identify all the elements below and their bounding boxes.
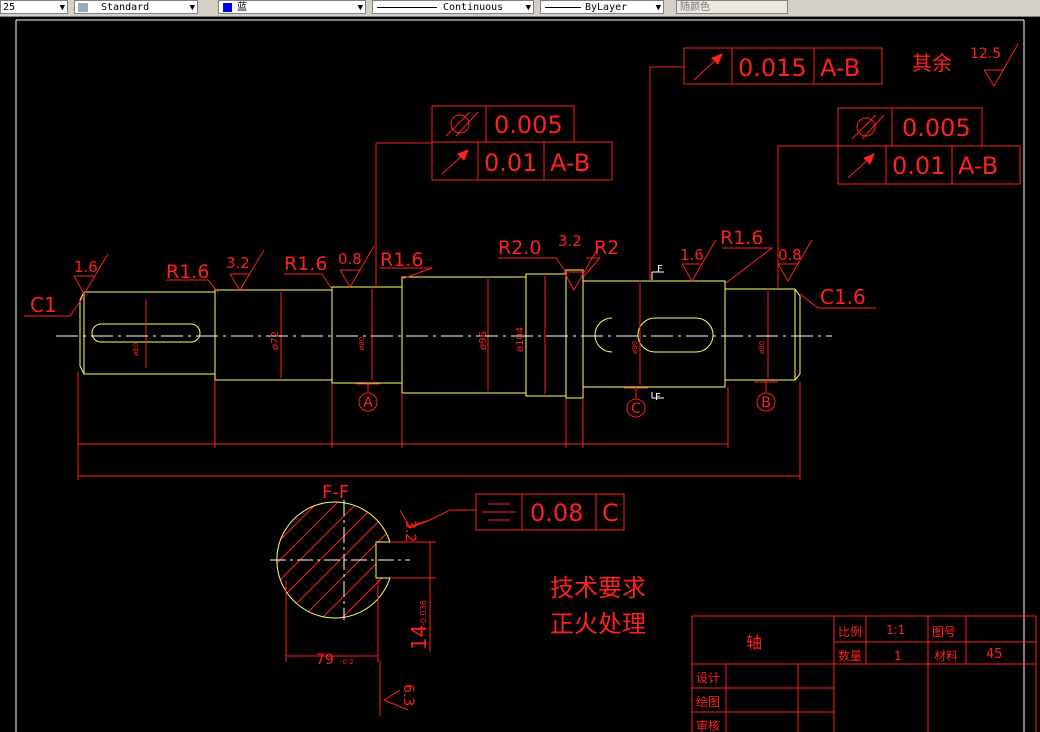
- chevron-down-icon: ▼: [525, 3, 531, 13]
- properties-toolbar: 25 ▼ Standard ▼ 蓝 ▼ Continuous ▼ ByLayer…: [0, 0, 1040, 17]
- roughness-symbols: [73, 43, 1019, 295]
- title-review-label: 审核: [696, 718, 720, 732]
- tolerance-frame-section: 0.08 C: [475, 493, 625, 531]
- chevron-down-icon: ▼: [357, 3, 363, 13]
- color-swatch-icon: [223, 3, 232, 12]
- tolerance-frame-top: 0.015 A-B: [683, 47, 883, 85]
- title-part-name: 轴: [746, 633, 762, 652]
- plotstyle-dropdown[interactable]: 随颜色: [676, 0, 788, 14]
- chevron-down-icon: ▼: [189, 3, 195, 13]
- tolerance-value: 0.005: [902, 114, 971, 142]
- radius-label: R1.6: [166, 261, 209, 283]
- datum-b-label: B: [761, 395, 771, 411]
- section-cut-markers: [651, 271, 664, 399]
- chevron-down-icon: ▼: [655, 3, 661, 13]
- tolerance-value: 0.08: [530, 499, 583, 527]
- roughness-value: 3.2: [558, 232, 582, 250]
- plotstyle-value: 随颜色: [680, 2, 710, 13]
- drawing-canvas[interactable]: ø72 ø96 ø104 ø60 ø80 ø90 ø80 A C B F F 1…: [0, 16, 1040, 732]
- section-dim-depth: 14: [407, 625, 431, 650]
- roughness-value: 3.2: [226, 254, 250, 272]
- roughness-value: 6.3: [400, 684, 416, 706]
- linetype-dropdown[interactable]: Continuous ▼: [372, 0, 534, 14]
- chamfer-right-label: C1.6: [820, 285, 866, 309]
- length-dimensions: [77, 372, 801, 480]
- title-block: 轴 比例 1:1 图号 数量 1 材料 45 设计 绘图 审核: [691, 615, 1037, 732]
- text-style-value: Standard: [101, 2, 150, 13]
- linetype-preview-icon: [377, 7, 437, 8]
- section-dim-width-tol: -0.2: [340, 658, 354, 666]
- tolerance-datum: C: [602, 499, 619, 527]
- chamfer-left-label: C1: [30, 293, 57, 317]
- title-design-label: 设计: [696, 671, 720, 685]
- tolerance-value: 0.01: [484, 149, 537, 177]
- notes-title: 技术要求: [550, 574, 646, 602]
- linetype-value: Continuous: [443, 2, 504, 13]
- roughness-value: 0.8: [338, 250, 362, 268]
- text-style-dropdown[interactable]: Standard ▼: [74, 0, 198, 14]
- title-quantity-label: 数量: [838, 648, 862, 663]
- title-material-value: 45: [986, 647, 1003, 662]
- title-material-label: 材料: [934, 649, 958, 663]
- cylindricity-icon: [856, 117, 876, 137]
- datum-c-label: C: [631, 401, 641, 417]
- radius-label: R1.6: [284, 253, 327, 275]
- text-style-icon: [78, 3, 88, 12]
- radius-labels: R1.6 R1.6 R1.6 R2.0 R2 R1.6: [166, 227, 763, 283]
- title-scale-label: 比例: [838, 625, 862, 639]
- radius-label: R1.6: [380, 249, 423, 271]
- section-dim-width: 79: [316, 652, 334, 668]
- roughness-value: 1.6: [680, 246, 704, 264]
- svg-text:ø90: ø90: [631, 341, 639, 354]
- chevron-down-icon: ▼: [59, 3, 65, 13]
- roughness-value: 0.8: [778, 246, 802, 264]
- title-scale-value: 1:1: [886, 623, 905, 637]
- tolerance-datum: A-B: [958, 152, 998, 180]
- radius-label: R2.0: [498, 237, 541, 259]
- shaft-outline: [79, 269, 801, 399]
- svg-text:ø80: ø80: [358, 337, 366, 350]
- tolerance-value: 0.005: [494, 111, 563, 139]
- diameter-label-96: ø96: [478, 331, 489, 350]
- svg-text:ø80: ø80: [758, 341, 766, 354]
- color-value: 蓝: [237, 2, 247, 13]
- section-title: F-F: [322, 482, 349, 503]
- tolerance-value: 0.015: [738, 54, 807, 82]
- datum-a-label: A: [363, 395, 373, 411]
- roughness-value: 3.2: [402, 520, 418, 542]
- tolerance-frame-right: 0.005 0.01 A-B: [837, 107, 1021, 185]
- section-marker-top: F: [657, 264, 663, 275]
- title-drawing-no-label: 图号: [932, 625, 956, 639]
- tolerance-frame-left: 0.005 0.01 A-B: [431, 105, 613, 181]
- section-view: 79 -0.2 14 -0.036 3.2 6.3: [270, 500, 476, 716]
- lineweight-dropdown[interactable]: ByLayer ▼: [540, 0, 664, 14]
- symmetry-icon: [482, 503, 516, 521]
- dimscale-dropdown[interactable]: 25 ▼: [0, 0, 68, 14]
- fit-tolerance-marks: ø60 ø80 ø90 ø80: [132, 337, 766, 356]
- tolerance-datum: A-B: [550, 149, 590, 177]
- cylindricity-icon: [450, 114, 470, 134]
- color-dropdown[interactable]: 蓝 ▼: [218, 0, 366, 14]
- tolerance-datum: A-B: [820, 54, 860, 82]
- leader-lines: [24, 66, 876, 317]
- radius-label: R1.6: [720, 227, 763, 249]
- diameter-label-104: ø104: [515, 327, 526, 352]
- title-draw-label: 绘图: [696, 694, 720, 709]
- svg-text:ø60: ø60: [132, 343, 140, 356]
- lineweight-preview-icon: [545, 7, 581, 8]
- diameter-dimension-lines: [145, 276, 769, 394]
- tolerance-value: 0.01: [892, 152, 945, 180]
- dimscale-value: 25: [3, 2, 16, 13]
- section-marker-bottom: F: [655, 392, 661, 403]
- other-roughness-label: 其余: [912, 51, 952, 75]
- roughness-value: 1.6: [74, 258, 98, 276]
- lineweight-value: ByLayer: [585, 2, 628, 13]
- diameter-label-72: ø72: [270, 331, 281, 350]
- notes-line1: 正火处理: [550, 610, 646, 638]
- title-quantity-value: 1: [894, 649, 902, 663]
- other-roughness-value: 12.5: [970, 46, 1001, 62]
- radius-label: R2: [594, 237, 619, 259]
- section-dim-depth-tol: -0.036: [419, 600, 428, 626]
